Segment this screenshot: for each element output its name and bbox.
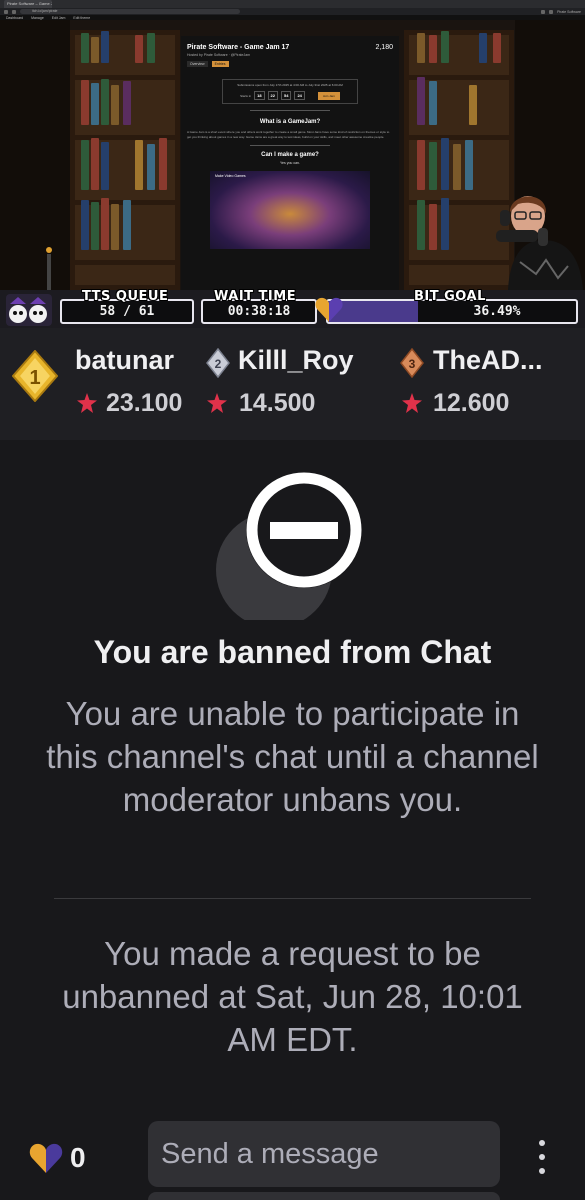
- leaderboard-name[interactable]: batunar: [75, 345, 174, 376]
- ban-message: You are unable to participate in this ch…: [46, 695, 539, 818]
- star-icon: [77, 393, 97, 413]
- game-jam-tabs: Overview Entries: [187, 61, 393, 67]
- chat-input-lower-edge: [148, 1192, 500, 1200]
- what-heading: What is a GameJam?: [259, 119, 321, 125]
- bits-leaderboard: 1 batunar 23.100 2 Killl_Roy 14.500 3 Th…: [0, 328, 585, 440]
- leaderboard-score: 23.100: [106, 389, 183, 417]
- bit-goal-value: 36.49%: [473, 304, 521, 319]
- countdown: Starts in 18 22 54 24 Join Jam: [226, 91, 354, 100]
- game-jam-page: Pirate Software - Game Jam 17 Hosted by …: [181, 36, 399, 290]
- more-options-button[interactable]: [530, 1140, 554, 1174]
- join-jam-button: Join Jam: [317, 91, 340, 100]
- star-icon: [402, 393, 422, 413]
- rank-number: 2: [215, 357, 222, 371]
- bookcase-left: [70, 30, 180, 290]
- tab-overview: Overview: [187, 61, 208, 67]
- video-title: Make Video Games: [215, 174, 246, 178]
- divider: [250, 110, 330, 111]
- vertical-dots-icon: [539, 1140, 545, 1146]
- tts-queue-value: 58 / 61: [99, 304, 155, 319]
- unban-request-status: You made a request to be unbanned at Sat…: [62, 935, 523, 1058]
- wait-time-value: 00:38:18: [227, 304, 291, 319]
- tts-queue-label: TTS QUEUE: [82, 289, 169, 304]
- countdown-minutes: 54: [281, 91, 292, 100]
- leaderboard-score: 12.600: [433, 389, 510, 417]
- bits-balance-button[interactable]: 0: [28, 1138, 86, 1178]
- countdown-hours: 22: [267, 91, 278, 100]
- chat-input-row: 0: [0, 1120, 585, 1200]
- background-left: [0, 20, 70, 290]
- submission-text: Submissions open from July 17th 2025 at …: [237, 83, 343, 87]
- rank-3-badge-icon: 3: [400, 348, 424, 378]
- site-nav-item: Edit theme: [73, 15, 91, 20]
- leaderboard-entry[interactable]: 3 TheAD... 12.600: [395, 328, 585, 440]
- can-heading: Can I make a game?: [261, 152, 319, 158]
- captured-browser-chrome: Pirate Software – Game Jam 17 itch.io/ja…: [0, 0, 585, 20]
- divider: [250, 145, 330, 146]
- extension-icon: [541, 9, 546, 14]
- site-nav-item: Manage: [31, 15, 44, 20]
- ban-title: You are banned from Chat: [93, 634, 492, 670]
- countdown-days: 18: [254, 91, 265, 100]
- game-jam-title: Pirate Software - Game Jam 17: [187, 44, 290, 51]
- tab-entries: Entries: [211, 61, 229, 67]
- leaderboard-entry[interactable]: 1 batunar 23.100: [0, 328, 200, 440]
- bit-goal-label: BIT GOAL: [414, 289, 486, 304]
- stream-video[interactable]: Pirate Software – Game Jam 17 itch.io/ja…: [0, 0, 585, 290]
- starts-in-label: Starts in: [240, 93, 252, 98]
- back-icon: [4, 9, 8, 14]
- rank-number: 3: [409, 357, 416, 371]
- site-nav-item: Edit Jam: [51, 15, 66, 20]
- stream-overlay-bar: 58 / 61 TTS QUEUE 00:38:18 WAIT TIME 36.…: [0, 289, 585, 328]
- browser-tab: Pirate Software – Game Jam 17: [4, 0, 52, 8]
- site-nav-item: Dashboard: [6, 15, 24, 20]
- reload-icon: [12, 9, 16, 14]
- bits-heart-icon: [315, 297, 343, 322]
- countdown-seconds: 24: [294, 91, 305, 100]
- profile-name: Pirate Software: [557, 9, 581, 14]
- rank-2-badge-icon: 2: [206, 348, 230, 378]
- what-text: A Game Jam is a short event where you an…: [187, 130, 390, 139]
- vertical-dots-icon: [539, 1154, 545, 1160]
- rank-1-badge-icon: 1: [12, 350, 58, 402]
- bits-heart-icon: [29, 1143, 63, 1173]
- send-message-input[interactable]: [148, 1121, 500, 1187]
- rank-number: 1: [29, 367, 40, 389]
- ban-icon: [216, 472, 362, 620]
- bits-count: 0: [70, 1142, 86, 1173]
- star-icon: [207, 393, 227, 413]
- wait-time-label: WAIT TIME: [214, 289, 297, 304]
- divider: [54, 898, 531, 899]
- profile-icon: [549, 9, 554, 14]
- leaderboard-score: 14.500: [239, 389, 316, 417]
- address-bar: itch.io/jam/pirate: [20, 9, 240, 14]
- mascot-icon: [6, 294, 52, 326]
- leaderboard-name[interactable]: Killl_Roy: [238, 345, 354, 376]
- can-answer: Yes you can.: [280, 161, 300, 165]
- game-jam-host: Hosted by Pirate Software · @PirateJam: [187, 53, 251, 57]
- address-row: itch.io/jam/pirate Pirate Software: [0, 8, 585, 15]
- site-nav-row: Dashboard Manage Edit Jam Edit theme: [0, 15, 585, 20]
- chat-ban-panel: You are banned from Chat You are unable …: [0, 440, 585, 1120]
- leaderboard-entry[interactable]: 2 Killl_Roy 14.500: [200, 328, 395, 440]
- streamer-webcam: [496, 196, 583, 290]
- browser-tab-row: Pirate Software – Game Jam 17: [0, 0, 585, 8]
- audio-meter: [46, 247, 52, 290]
- submission-box: Submissions open from July 17th 2025 at …: [222, 79, 358, 104]
- video-thumbnail: Make Video Games: [210, 171, 370, 249]
- leaderboard-name[interactable]: TheAD...: [433, 345, 543, 376]
- vertical-dots-icon: [539, 1168, 545, 1174]
- entries-count: 2,180: [375, 44, 393, 51]
